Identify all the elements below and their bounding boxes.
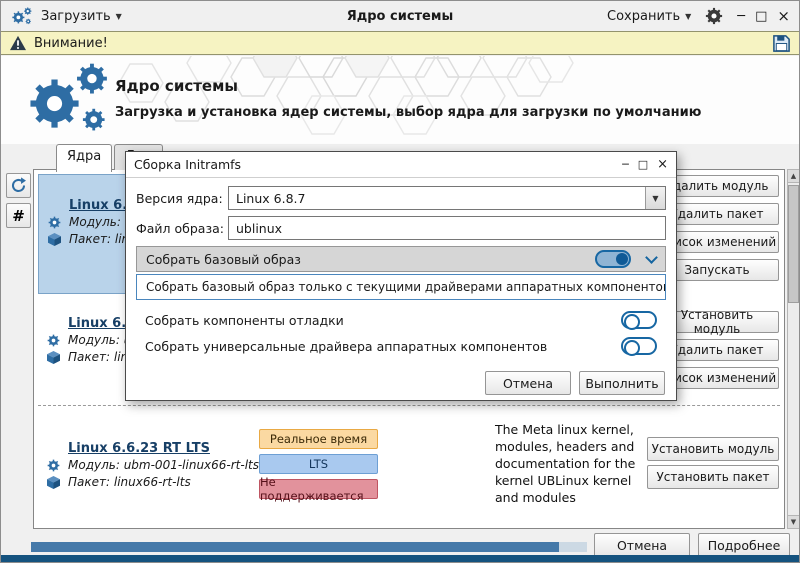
scroll-down-button[interactable]: ▼ (788, 515, 799, 528)
gears-logo-icon (17, 59, 117, 141)
universal-drivers-option-row: Собрать универсальные драйвера аппаратны… (136, 334, 666, 358)
kernel-badges: Реальное время LTS Не поддерживается (259, 429, 378, 499)
realtime-badge: Реальное время (259, 429, 378, 449)
list-separator (38, 405, 780, 406)
option-label: Собрать универсальные драйвера аппаратны… (145, 339, 621, 354)
base-image-toggle[interactable] (595, 250, 631, 268)
progress-fill (31, 542, 559, 552)
status-strip (1, 555, 799, 562)
kernel-package-text: Пакет: linux66-rt-lts (68, 475, 191, 489)
side-toolbar: # (6, 173, 31, 228)
image-file-label: Файл образа: (136, 221, 228, 236)
floppy-icon (772, 34, 791, 53)
window-controls: ─ □ × (737, 9, 790, 24)
cancel-button[interactable]: Отмена (594, 533, 690, 557)
dialog-maximize-button[interactable]: □ (638, 158, 648, 171)
kernel-version-label: Версия ядра: (136, 191, 228, 206)
caret-down-icon: ▼ (652, 194, 658, 203)
save-menu-button[interactable]: Сохранить ▼ (607, 9, 691, 24)
load-menu-button[interactable]: Загрузить ▼ (41, 9, 122, 24)
dialog-title: Сборка Initramfs (134, 157, 241, 172)
package-icon (44, 476, 62, 489)
refresh-button[interactable] (6, 173, 31, 198)
minimize-button[interactable]: ─ (737, 10, 745, 23)
dialog-buttons: Отмена Выполнить (136, 371, 666, 395)
warning-bar: Внимание! (1, 31, 799, 55)
install-module-button[interactable]: Установить модуль (647, 437, 779, 461)
image-file-input[interactable] (228, 216, 666, 240)
dialog-close-button[interactable]: × (657, 157, 668, 172)
load-menu-label: Загрузить (41, 9, 111, 24)
kernel-version-value: Linux 6.8.7 (236, 191, 305, 206)
hexagon-pattern (1, 56, 799, 144)
option-label: Собрать базовый образ только с текущими … (146, 280, 666, 294)
dialog-cancel-button[interactable]: Отмена (485, 371, 571, 395)
dialog-run-button[interactable]: Выполнить (579, 371, 665, 395)
combo-dropdown-button[interactable]: ▼ (645, 187, 665, 209)
close-button[interactable]: × (777, 9, 790, 24)
dialog-body: Версия ядра: Linux 6.8.7 ▼ Файл образа: … (126, 178, 676, 403)
page-subtitle: Загрузка и установка ядер системы, выбор… (115, 105, 701, 120)
app-gears-icon (9, 6, 34, 27)
kernel-name-link[interactable]: Linux 6.6.23 RT LTS (68, 441, 210, 456)
universal-drivers-toggle[interactable] (621, 337, 657, 355)
caret-down-icon: ▼ (685, 12, 691, 21)
dialog-titlebar: Сборка Initramfs ─ □ × (126, 152, 676, 178)
package-icon (44, 351, 62, 364)
warning-icon (9, 35, 27, 51)
numbered-list-button[interactable]: # (6, 203, 31, 228)
dialog-window-controls: ─ □ × (622, 157, 668, 172)
lts-badge: LTS (259, 454, 378, 474)
save-file-button[interactable] (772, 34, 791, 53)
page-header: Ядро системы Загрузка и установка ядер с… (1, 56, 799, 144)
scroll-up-button[interactable]: ▲ (788, 170, 799, 183)
module-icon (45, 216, 63, 229)
tab-kernels[interactable]: Ядра (56, 144, 112, 172)
module-icon (44, 459, 62, 472)
option-label: Собрать базовый образ (146, 252, 595, 267)
caret-down-icon: ▼ (116, 12, 122, 21)
maximize-button[interactable]: □ (755, 10, 767, 23)
debug-components-toggle[interactable] (621, 311, 657, 329)
scroll-thumb[interactable] (788, 185, 799, 303)
kernel-module-text: Модуль: ubm-001-linux66-rt-lts (68, 458, 259, 472)
install-package-button[interactable]: Установить пакет (647, 465, 779, 489)
kernel-item[interactable]: Linux 6.6.23 RT LTS Модуль: ubm-001-linu… (38, 424, 259, 491)
vertical-scrollbar[interactable]: ▲ ▼ (787, 169, 800, 529)
save-menu-label: Сохранить (607, 9, 680, 24)
dialog-minimize-button[interactable]: ─ (622, 158, 629, 171)
module-icon (44, 334, 62, 347)
kernel-actions: Установить модуль Установить пакет (647, 437, 779, 489)
initramfs-dialog: Сборка Initramfs ─ □ × Версия ядра: Linu… (125, 151, 677, 401)
package-icon (45, 233, 63, 246)
kernel-description: The Meta linux kernel, modules, headers … (495, 421, 647, 506)
option-label: Собрать компоненты отладки (145, 313, 621, 328)
base-image-section-header[interactable]: Собрать базовый образ (136, 246, 666, 272)
app-window: Ядро системы Загрузить ▼ Сохранить ▼ ─ (0, 0, 800, 563)
titlebar: Ядро системы Загрузить ▼ Сохранить ▼ ─ (1, 1, 799, 31)
current-drivers-option-row: Собрать базовый образ только с текущими … (136, 274, 666, 300)
kernel-version-select[interactable]: Linux 6.8.7 ▼ (228, 186, 666, 210)
settings-gear-icon[interactable] (705, 7, 723, 25)
refresh-icon (10, 177, 27, 194)
chevron-down-icon[interactable] (645, 251, 658, 264)
unsupported-badge: Не поддерживается (259, 479, 378, 499)
details-button[interactable]: Подробнее (698, 533, 790, 557)
progress-bar (31, 542, 587, 552)
debug-components-option-row: Собрать компоненты отладки (136, 308, 666, 332)
warning-text: Внимание! (34, 36, 108, 51)
page-title: Ядро системы (115, 77, 238, 95)
